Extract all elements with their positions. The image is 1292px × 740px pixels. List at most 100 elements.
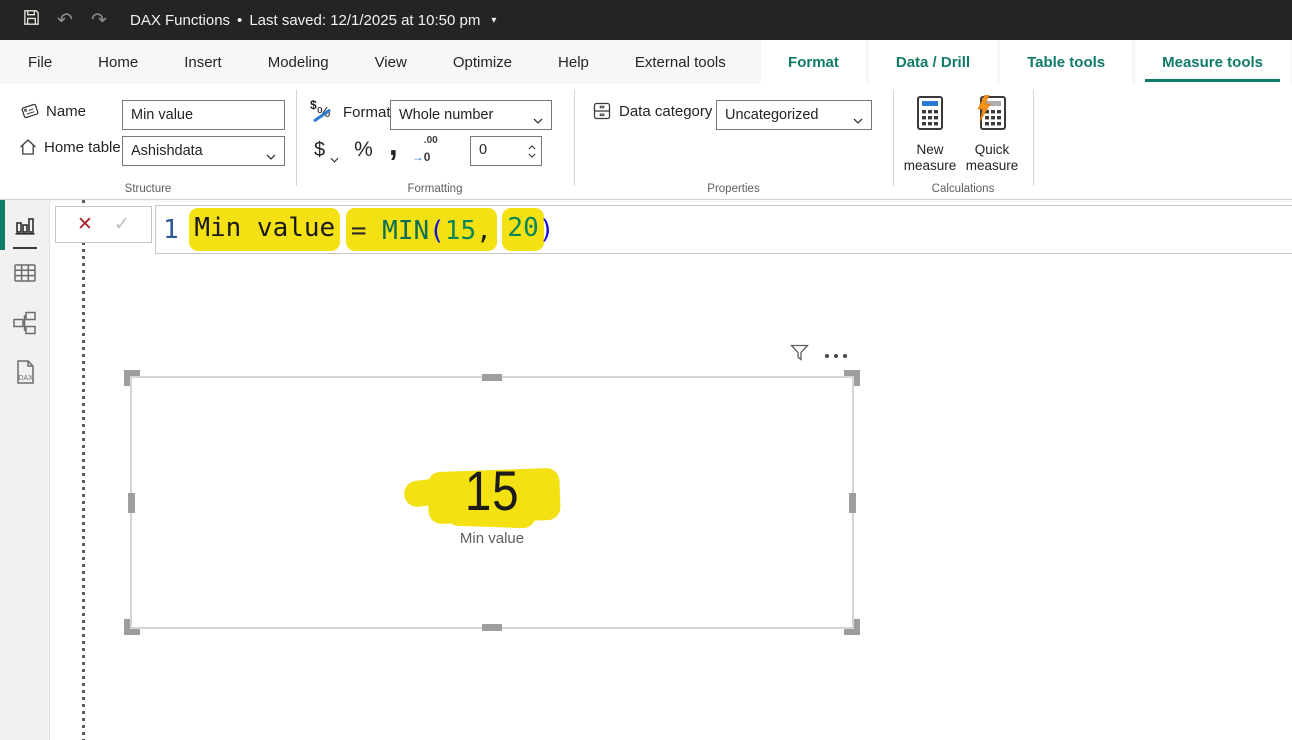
- group-divider: [1033, 90, 1034, 186]
- save-icon: [22, 8, 41, 32]
- decimal-places-icon[interactable]: .00 →0: [412, 136, 438, 164]
- canvas-guide-dotted-line: [82, 200, 85, 740]
- chevron-down-icon: [533, 112, 543, 118]
- report-view-icon: [12, 212, 38, 243]
- tag-icon: [20, 101, 40, 121]
- formula-editor[interactable]: 1 Min value = MIN(15, 20): [155, 205, 1292, 254]
- report-view-selected-underline: [13, 247, 37, 249]
- resize-handle-top-left[interactable]: [124, 370, 140, 386]
- format-value: Whole number: [399, 107, 533, 123]
- resize-handle-top-right[interactable]: [844, 370, 860, 386]
- format-dropdown[interactable]: Whole number: [390, 100, 552, 130]
- view-switcher-sidebar: DAX: [0, 200, 50, 740]
- measure-name-token: Min value: [194, 213, 335, 243]
- sidebar-item-dax-query-view[interactable]: DAX: [0, 352, 50, 398]
- document-title: DAX Functions • Last saved: 12/1/2025 at…: [130, 12, 496, 29]
- file-name: DAX Functions: [130, 12, 230, 29]
- ribbon-tab-bar: File Home Insert Modeling View Optimize …: [0, 40, 1292, 84]
- quick-measure-button[interactable]: Quick measure: [962, 90, 1022, 178]
- undo-icon: ↶: [57, 9, 73, 32]
- name-field-label: Name: [46, 103, 86, 120]
- card-data-label: Min value: [132, 530, 852, 547]
- cancel-formula-icon[interactable]: ✕: [77, 215, 93, 234]
- decimal-places-stepper[interactable]: 0: [470, 136, 542, 166]
- powerbi-window: ↶ ↷ DAX Functions • Last saved: 12/1/202…: [0, 0, 1292, 740]
- function-token: MIN: [382, 216, 429, 246]
- percent-format-button[interactable]: %: [354, 138, 373, 162]
- line-number: 1: [163, 215, 179, 245]
- data-category-label: Data category: [619, 103, 712, 120]
- chevron-down-icon: [266, 148, 276, 154]
- chevron-down-icon: [528, 153, 536, 158]
- save-button[interactable]: [14, 0, 48, 40]
- resize-handle-bottom-left[interactable]: [124, 619, 140, 635]
- sidebar-item-model-view[interactable]: [0, 302, 50, 348]
- chevron-down-icon: [853, 112, 863, 118]
- group-divider: [296, 90, 297, 186]
- decimal-places-value: 0: [479, 142, 487, 158]
- card-visual[interactable]: 15 Min value: [130, 376, 854, 629]
- tab-help[interactable]: Help: [538, 40, 609, 84]
- calculations-group-label: Calculations: [893, 183, 1033, 195]
- tab-external-tools[interactable]: External tools: [615, 40, 746, 84]
- last-saved-text: Last saved: 12/1/2025 at 10:50 pm: [249, 12, 480, 29]
- standard-tabs: File Home Insert Modeling View Optimize …: [8, 40, 746, 84]
- tab-optimize[interactable]: Optimize: [433, 40, 532, 84]
- sidebar-item-report-view[interactable]: [0, 204, 50, 250]
- resize-handle-bottom[interactable]: [482, 624, 502, 631]
- equals-token: =: [351, 216, 367, 246]
- tab-table-tools[interactable]: Table tools: [1000, 40, 1132, 84]
- argument-2-token: 20: [507, 213, 538, 243]
- tab-measure-tools[interactable]: Measure tools: [1135, 40, 1290, 84]
- data-category-value: Uncategorized: [725, 107, 853, 123]
- tab-view[interactable]: View: [355, 40, 427, 84]
- home-icon: [18, 137, 38, 157]
- dax-query-view-icon: DAX: [12, 359, 38, 392]
- redo-button[interactable]: ↷: [82, 0, 116, 40]
- measure-name-input[interactable]: [122, 100, 285, 130]
- quick-measure-icon: [976, 95, 1008, 136]
- title-dropdown-caret-icon[interactable]: ▾: [491, 15, 496, 26]
- stepper-buttons[interactable]: [524, 138, 539, 164]
- open-paren-token: (: [429, 216, 445, 246]
- redo-icon: ↷: [91, 9, 107, 32]
- card-data-value: 15: [132, 458, 852, 523]
- structure-group-label: Structure: [0, 183, 296, 195]
- currency-chevron-icon[interactable]: [330, 150, 340, 156]
- undo-button[interactable]: ↶: [48, 0, 82, 40]
- group-divider: [893, 90, 894, 186]
- chevron-up-icon: [528, 145, 536, 150]
- home-table-label: Home table: [44, 139, 121, 156]
- more-options-icon[interactable]: [825, 350, 847, 362]
- tab-format[interactable]: Format: [761, 40, 866, 84]
- properties-group-label: Properties: [574, 183, 893, 195]
- svg-text:DAX: DAX: [19, 375, 34, 382]
- resize-handle-top[interactable]: [482, 374, 502, 381]
- formatting-group-label: Formatting: [296, 183, 574, 195]
- close-paren-token: ): [539, 215, 555, 245]
- title-bar: ↶ ↷ DAX Functions • Last saved: 12/1/202…: [0, 0, 1292, 40]
- table-view-icon: [12, 261, 38, 290]
- tab-file[interactable]: File: [8, 40, 72, 84]
- tab-modeling[interactable]: Modeling: [248, 40, 349, 84]
- home-table-value: Ashishdata: [131, 143, 266, 159]
- thousands-separator-button[interactable]: ,: [389, 139, 398, 149]
- data-category-dropdown[interactable]: Uncategorized: [716, 100, 872, 130]
- new-measure-button[interactable]: New measure: [900, 90, 960, 178]
- model-view-icon: [12, 310, 38, 341]
- currency-format-button[interactable]: $: [314, 139, 325, 162]
- tab-home[interactable]: Home: [78, 40, 158, 84]
- filter-icon[interactable]: [790, 344, 809, 367]
- sidebar-item-table-view[interactable]: [0, 252, 50, 298]
- ribbon: Name Home table Ashishdata Structure $% …: [0, 84, 1292, 200]
- resize-handle-bottom-right[interactable]: [844, 619, 860, 635]
- contextual-tabs: Format Data / Drill Table tools Measure …: [761, 40, 1290, 84]
- format-field-label: Format: [343, 104, 391, 121]
- tab-insert[interactable]: Insert: [164, 40, 242, 84]
- visual-header-tools: [790, 344, 847, 367]
- format-icon: $%: [310, 98, 336, 126]
- commit-formula-icon[interactable]: ✓: [114, 215, 130, 234]
- tab-data-drill[interactable]: Data / Drill: [869, 40, 997, 84]
- new-measure-label: New measure: [900, 142, 960, 174]
- home-table-dropdown[interactable]: Ashishdata: [122, 136, 285, 166]
